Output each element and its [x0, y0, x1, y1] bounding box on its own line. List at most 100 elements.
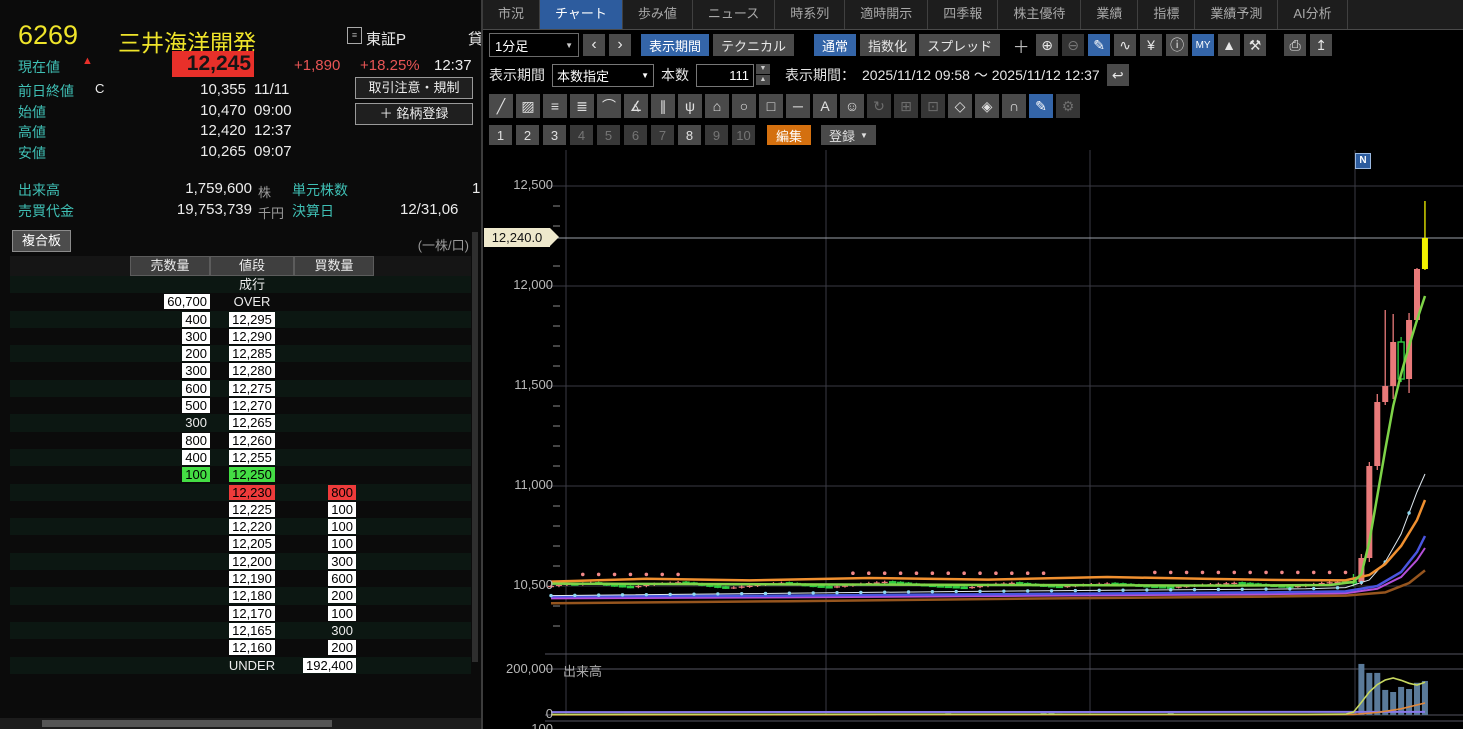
order-book-row[interactable]: 12,295 400 [10, 311, 471, 328]
reset-range-button[interactable]: ↩ [1107, 64, 1129, 86]
order-book-row[interactable]: 12,200300 [10, 553, 471, 570]
prev-button[interactable]: ‹ [583, 34, 605, 56]
order-book-row[interactable]: 12,230 800 [10, 484, 471, 501]
interval-dropdown[interactable]: 1分足 ▼ [489, 33, 579, 57]
segment-icon[interactable]: ─ [786, 94, 810, 118]
preset-6[interactable]: 6 [624, 125, 647, 145]
tab-ニュース[interactable]: ニュース [693, 0, 775, 29]
sell-qty-cell[interactable]: 600 [182, 381, 210, 396]
price-cell[interactable]: 12,170 [229, 606, 275, 621]
price-cell[interactable]: 12,190 [229, 571, 275, 586]
buy-qty-cell[interactable]: 100 [328, 519, 356, 534]
order-book-row[interactable]: 12,160 200 [10, 639, 471, 656]
order-book-row[interactable]: 12,270500 [10, 397, 471, 414]
order-book-row[interactable]: 12,190 600 [10, 570, 471, 587]
price-cell[interactable]: 12,295 [229, 312, 275, 327]
sell-qty-cell[interactable]: 400 [182, 450, 210, 465]
order-book-row[interactable]: UNDER 192,400 [10, 657, 471, 674]
preset-4[interactable]: 4 [570, 125, 593, 145]
ruler-icon[interactable]: ▨ [516, 94, 540, 118]
price-cell[interactable]: OVER [231, 294, 274, 309]
price-cell[interactable]: 12,205 [229, 536, 275, 551]
order-book-row[interactable]: 12,280 300 [10, 362, 471, 379]
price-cell[interactable]: 12,230 [229, 485, 275, 500]
order-book-row[interactable]: 12,275 600 [10, 380, 471, 397]
preset-7[interactable]: 7 [651, 125, 674, 145]
buy-qty-cell[interactable]: 800 [328, 485, 356, 500]
horizontal-line-icon[interactable]: ≡ [543, 94, 567, 118]
preset-9[interactable]: 9 [705, 125, 728, 145]
trend-line-icon[interactable]: ╱ [489, 94, 513, 118]
price-cell[interactable]: 12,285 [229, 346, 275, 361]
price-cell[interactable]: 12,255 [229, 450, 275, 465]
buy-qty-cell[interactable]: 200 [328, 640, 356, 655]
price-cell[interactable]: 12,220 [229, 519, 275, 534]
sell-qty-cell[interactable]: 100 [182, 467, 210, 482]
price-cell[interactable]: 12,180 [229, 588, 275, 603]
sell-qty-cell[interactable]: 400 [182, 312, 210, 327]
bar-count-input[interactable]: 111 [696, 64, 754, 87]
preset-2[interactable]: 2 [516, 125, 539, 145]
polygon-icon[interactable]: ⌂ [705, 94, 729, 118]
add-watchlist-button[interactable]: ＋ 銘柄登録 [355, 103, 473, 125]
tab-チャート[interactable]: チャート [540, 0, 623, 29]
price-cell[interactable]: UNDER [226, 658, 278, 673]
print-icon[interactable]: ⎙ [1284, 34, 1306, 56]
buy-qty-cell[interactable]: 300 [328, 623, 356, 638]
preset-3[interactable]: 3 [543, 125, 566, 145]
price-cell[interactable]: 12,275 [229, 381, 275, 396]
order-book-row[interactable]: 12,165300 [10, 622, 471, 639]
rectangle-icon[interactable]: □ [759, 94, 783, 118]
register-button[interactable]: 登録▼ [821, 125, 876, 145]
buy-qty-cell[interactable]: 200 [328, 588, 356, 603]
panel-scrollbar[interactable] [472, 232, 478, 662]
price-cell[interactable]: 12,290 [229, 329, 275, 344]
tab-歩み値[interactable]: 歩み値 [623, 0, 693, 29]
zoom-in-icon[interactable]: ⊕ [1036, 34, 1058, 56]
price-cell[interactable]: 12,250 [229, 467, 275, 482]
tab-時系列[interactable]: 時系列 [775, 0, 845, 29]
tab-市況[interactable]: 市況 [483, 0, 540, 29]
sell-qty-cell[interactable]: 300 [182, 415, 210, 430]
indexed-mode-button[interactable]: 指数化 [860, 34, 915, 56]
count-spinner[interactable]: ▼▲ [756, 64, 770, 86]
order-book-row[interactable]: 成行 [10, 276, 471, 293]
order-book-row[interactable]: 12,265 300 [10, 414, 471, 431]
eraser-icon[interactable]: ◇ [948, 94, 972, 118]
display-period-button[interactable]: 表示期間 [641, 34, 709, 56]
my-chart-icon[interactable]: MY [1192, 34, 1214, 56]
order-book-row[interactable]: 12,260800 [10, 432, 471, 449]
bottom-scrollbar-thumb[interactable] [42, 720, 332, 727]
buy-qty-cell[interactable]: 192,400 [303, 658, 356, 673]
tab-業績予測[interactable]: 業績予測 [1195, 0, 1278, 29]
vertical-lines-icon[interactable]: ∥ [651, 94, 675, 118]
sell-qty-cell[interactable]: 800 [182, 433, 210, 448]
composite-board-button[interactable]: 複合板 [12, 230, 71, 252]
order-book-row[interactable]: 12,285200 [10, 345, 471, 362]
eraser-all-icon[interactable]: ◈ [975, 94, 999, 118]
preset-8[interactable]: 8 [678, 125, 701, 145]
price-cell[interactable]: 12,200 [229, 554, 275, 569]
order-book-row[interactable]: 12,205100 [10, 535, 471, 552]
order-book-row[interactable]: 12,225100 [10, 501, 471, 518]
buy-qty-cell[interactable]: 600 [328, 571, 356, 586]
spread-mode-button[interactable]: スプレッド [919, 34, 1000, 56]
horizontal-lines-icon[interactable]: ≣ [570, 94, 594, 118]
price-cell[interactable]: 12,265 [229, 415, 275, 430]
zoom-out-icon[interactable]: ⊖ [1062, 34, 1084, 56]
next-button[interactable]: › [609, 34, 631, 56]
normal-mode-button[interactable]: 通常 [814, 34, 856, 56]
trade-caution-button[interactable]: 取引注意・規制 [355, 77, 473, 99]
tab-株主優待[interactable]: 株主優待 [998, 0, 1081, 29]
history-icon[interactable]: ↻ [867, 94, 891, 118]
text-tool-icon[interactable]: A [813, 94, 837, 118]
price-cell[interactable]: 成行 [236, 277, 268, 292]
icon-stamp-icon[interactable]: ☺ [840, 94, 864, 118]
preset-1[interactable]: 1 [489, 125, 512, 145]
sell-qty-cell[interactable]: 300 [182, 363, 210, 378]
tab-AI分析[interactable]: AI分析 [1278, 0, 1347, 29]
price-cell[interactable]: 12,280 [229, 363, 275, 378]
buy-qty-cell[interactable]: 100 [328, 502, 356, 517]
sell-qty-cell[interactable]: 500 [182, 398, 210, 413]
price-cell[interactable]: 12,160 [229, 640, 275, 655]
